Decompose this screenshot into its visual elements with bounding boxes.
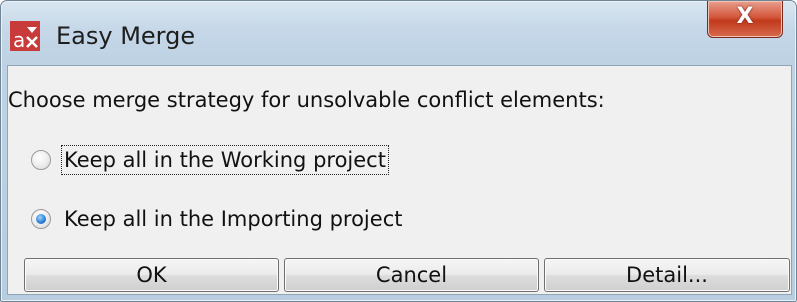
radio-working[interactable] bbox=[31, 150, 51, 170]
button-row: OK Cancel Detail... bbox=[24, 258, 790, 292]
close-icon: X bbox=[736, 4, 754, 29]
option-keep-importing[interactable]: Keep all in the Importing project bbox=[31, 203, 402, 235]
title-bar[interactable]: a Easy Merge X bbox=[1, 1, 796, 65]
detail-button[interactable]: Detail... bbox=[544, 258, 790, 292]
option-importing-label[interactable]: Keep all in the Importing project bbox=[64, 207, 402, 231]
radio-importing[interactable] bbox=[31, 209, 51, 229]
svg-text:a: a bbox=[13, 28, 25, 51]
option-keep-working[interactable]: Keep all in the Working project bbox=[31, 144, 389, 176]
prompt-text: Choose merge strategy for unsolvable con… bbox=[8, 88, 605, 112]
window-title: Easy Merge bbox=[56, 22, 196, 50]
dialog-window: a Easy Merge X Choose merge strategy for… bbox=[0, 0, 797, 302]
ok-button[interactable]: OK bbox=[24, 258, 279, 292]
dialog-content: Choose merge strategy for unsolvable con… bbox=[7, 65, 792, 295]
cancel-button[interactable]: Cancel bbox=[284, 258, 539, 292]
app-icon: a bbox=[10, 21, 40, 51]
option-working-label[interactable]: Keep all in the Working project bbox=[61, 145, 389, 175]
close-button[interactable]: X bbox=[707, 1, 783, 38]
